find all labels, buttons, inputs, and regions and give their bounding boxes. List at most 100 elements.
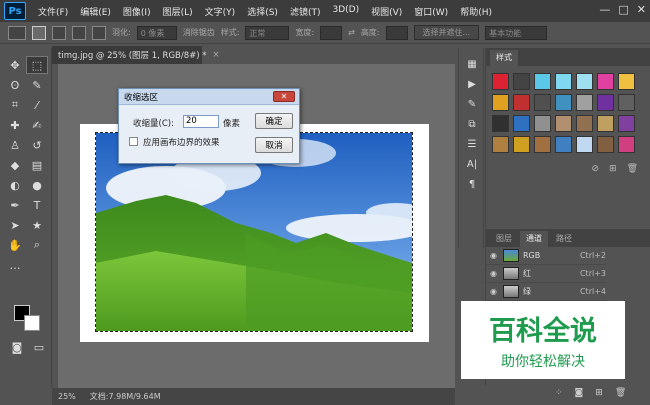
- antialias-checkbox[interactable]: 消除锯齿: [183, 27, 215, 38]
- gradient-tool-icon[interactable]: ▤: [26, 156, 48, 174]
- document-info[interactable]: 文档:7.98M/9.64M: [90, 391, 161, 402]
- menu-item[interactable]: 图像(I): [117, 5, 157, 18]
- width-field[interactable]: [320, 25, 343, 40]
- tab-layers[interactable]: 图层: [490, 231, 518, 247]
- style-swatch[interactable]: [513, 94, 530, 111]
- new-style-icon[interactable]: ⊞: [609, 164, 617, 174]
- menu-item[interactable]: 文字(Y): [199, 5, 242, 18]
- actions-icon[interactable]: ▶: [459, 74, 485, 94]
- zoom-tool-icon[interactable]: ⌕: [26, 236, 48, 254]
- workspace-select[interactable]: 基本功能: [485, 25, 548, 40]
- pen-tool-icon[interactable]: ✒: [4, 196, 26, 214]
- style-swatch[interactable]: [576, 136, 593, 153]
- type-tool-icon[interactable]: T: [26, 196, 48, 214]
- rectangular-marquee-tool-icon[interactable]: ⬚: [26, 56, 48, 74]
- history-icon[interactable]: ▦: [459, 54, 485, 74]
- menu-item[interactable]: 窗口(W): [408, 5, 454, 18]
- feather-field[interactable]: 0 像素: [136, 25, 177, 40]
- eraser-tool-icon[interactable]: ◆: [4, 156, 26, 174]
- ok-button[interactable]: 确定: [255, 113, 293, 129]
- style-swatch[interactable]: [534, 115, 551, 132]
- visibility-eye-icon[interactable]: ◉: [490, 269, 499, 278]
- background-color-swatch[interactable]: [24, 315, 40, 331]
- style-swatch[interactable]: [492, 115, 509, 132]
- marquee-tool-preset-icon[interactable]: [8, 25, 26, 40]
- select-and-mask-button[interactable]: 选择并遮住...: [413, 25, 480, 40]
- style-swatch[interactable]: [513, 136, 530, 153]
- clone-source-icon[interactable]: ⧉: [459, 114, 485, 134]
- add-selection-icon[interactable]: [52, 25, 66, 40]
- style-swatch[interactable]: [576, 115, 593, 132]
- height-field[interactable]: [385, 25, 408, 40]
- history-brush-tool-icon[interactable]: ↺: [26, 136, 48, 154]
- style-swatch[interactable]: [534, 73, 551, 90]
- menu-item[interactable]: 帮助(H): [454, 5, 498, 18]
- style-swatch[interactable]: [534, 136, 551, 153]
- custom-shape-tool-icon[interactable]: ★: [26, 216, 48, 234]
- quick-selection-tool-icon[interactable]: ✎: [26, 76, 48, 94]
- style-swatch[interactable]: [597, 73, 614, 90]
- delete-style-icon[interactable]: 🗑: [627, 164, 638, 174]
- path-selection-tool-icon[interactable]: ➤: [4, 216, 26, 234]
- apply-canvas-bounds-checkbox[interactable]: [129, 137, 138, 146]
- style-swatch[interactable]: [597, 94, 614, 111]
- style-swatch[interactable]: [534, 94, 551, 111]
- channel-row[interactable]: ◉ 绿 Ctrl+4: [486, 283, 606, 301]
- move-tool-icon[interactable]: ✥: [4, 56, 26, 74]
- menu-item[interactable]: 滤镜(T): [284, 5, 327, 18]
- style-swatch[interactable]: [492, 136, 509, 153]
- close-button[interactable]: ✕: [637, 3, 646, 16]
- tab-paths[interactable]: 路径: [550, 231, 578, 247]
- style-swatch[interactable]: [618, 115, 635, 132]
- eyedropper-tool-icon[interactable]: ⁄: [26, 96, 48, 114]
- zoom-level[interactable]: 25%: [58, 392, 76, 401]
- style-swatch[interactable]: [555, 136, 572, 153]
- style-swatch[interactable]: [576, 73, 593, 90]
- channel-row[interactable]: ◉ 红 Ctrl+3: [486, 265, 606, 283]
- dodge-tool-icon[interactable]: ●: [26, 176, 48, 194]
- style-swatch[interactable]: [513, 73, 530, 90]
- brush-settings-icon[interactable]: ✎: [459, 94, 485, 114]
- new-selection-icon[interactable]: [32, 25, 46, 40]
- save-selection-icon[interactable]: ◙: [575, 388, 584, 398]
- load-selection-icon[interactable]: ⁘: [555, 388, 563, 398]
- style-swatch[interactable]: [555, 115, 572, 132]
- quick-mask-icon[interactable]: ◙: [6, 338, 28, 356]
- style-swatch[interactable]: [576, 94, 593, 111]
- menu-item[interactable]: 图层(L): [157, 5, 199, 18]
- no-style-icon[interactable]: ⊘: [591, 164, 599, 174]
- style-select[interactable]: 正常: [245, 25, 290, 40]
- menu-item[interactable]: 选择(S): [241, 5, 284, 18]
- swap-icon[interactable]: ⇄: [348, 28, 355, 37]
- screen-mode-icon[interactable]: ▭: [28, 338, 50, 356]
- menu-item[interactable]: 3D(D): [326, 5, 365, 18]
- minimize-button[interactable]: —: [599, 3, 610, 16]
- brush-tool-icon[interactable]: ✍: [26, 116, 48, 134]
- style-swatch[interactable]: [597, 115, 614, 132]
- paragraph-icon[interactable]: ¶: [459, 174, 485, 194]
- crop-tool-icon[interactable]: ⌗: [4, 96, 26, 114]
- maximize-button[interactable]: □: [618, 3, 628, 16]
- style-swatch[interactable]: [618, 73, 635, 90]
- menu-item[interactable]: 文件(F): [32, 5, 74, 18]
- document-tab[interactable]: timg.jpg @ 25% (图层 1, RGB/8#) * ×: [52, 46, 220, 64]
- style-swatch[interactable]: [597, 136, 614, 153]
- delete-channel-icon[interactable]: 🗑: [615, 388, 626, 398]
- close-tab-icon[interactable]: ×: [213, 50, 220, 60]
- style-swatch[interactable]: [618, 136, 635, 153]
- subtract-selection-icon[interactable]: [72, 25, 86, 40]
- style-swatch[interactable]: [492, 94, 509, 111]
- style-swatch[interactable]: [618, 94, 635, 111]
- menu-item[interactable]: 编辑(E): [74, 5, 117, 18]
- visibility-eye-icon[interactable]: ◉: [490, 251, 499, 260]
- healing-brush-tool-icon[interactable]: ✚: [4, 116, 26, 134]
- visibility-eye-icon[interactable]: ◉: [490, 287, 499, 296]
- clone-stamp-tool-icon[interactable]: ♙: [4, 136, 26, 154]
- tab-styles[interactable]: 样式: [490, 50, 518, 66]
- style-swatch[interactable]: [555, 94, 572, 111]
- style-swatch[interactable]: [492, 73, 509, 90]
- lasso-tool-icon[interactable]: ʘ: [4, 76, 26, 94]
- blur-tool-icon[interactable]: ◐: [4, 176, 26, 194]
- character-icon[interactable]: A|: [459, 154, 485, 174]
- style-swatch[interactable]: [513, 115, 530, 132]
